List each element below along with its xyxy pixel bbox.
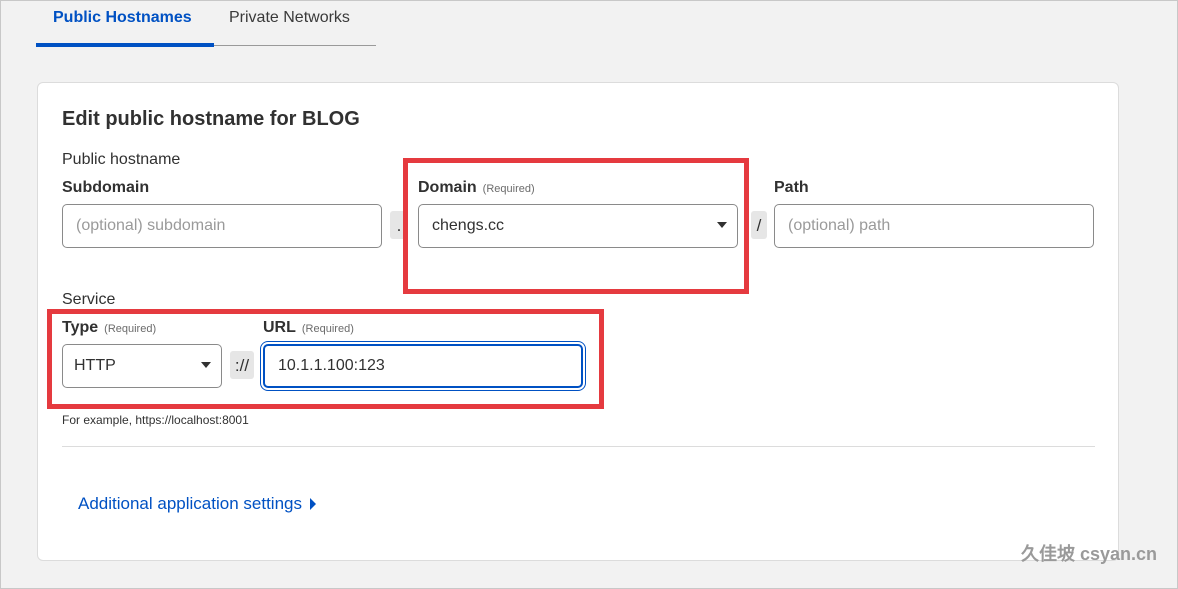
url-label-text: URL (263, 319, 296, 336)
service-section-label: Service (62, 291, 116, 308)
domain-label-text: Domain (418, 179, 477, 196)
type-required-hint: (Required) (104, 323, 157, 335)
chevron-down-icon (717, 222, 727, 228)
domain-required-hint: (Required) (482, 183, 535, 195)
subdomain-input[interactable]: (optional) subdomain (62, 204, 382, 248)
subdomain-label-text: Subdomain (62, 179, 150, 196)
public-hostname-section-label: Public hostname (62, 151, 181, 168)
tab-bar: Public Hostnames Private Networks (36, 1, 376, 47)
page-title: Edit public hostname for BLOG (62, 108, 360, 130)
domain-value: chengs.cc (432, 217, 505, 234)
active-tab-indicator (36, 43, 214, 47)
type-value: HTTP (74, 357, 116, 374)
path-label-text: Path (774, 179, 809, 196)
type-label: Type (Required) (62, 319, 156, 337)
domain-label: Domain (Required) (418, 179, 535, 197)
domain-separator: . (390, 211, 408, 239)
path-placeholder: (optional) path (788, 217, 891, 234)
url-value: 10.1.1.100:123 (278, 357, 385, 374)
additional-settings-label: Additional application settings (78, 494, 302, 513)
chevron-right-icon (309, 498, 316, 510)
type-select[interactable]: HTTP (62, 344, 222, 388)
domain-select[interactable]: chengs.cc (418, 204, 738, 248)
edit-hostname-card: Edit public hostname for BLOG Public hos… (37, 82, 1119, 561)
type-label-text: Type (62, 319, 99, 336)
url-input[interactable]: 10.1.1.100:123 (263, 344, 583, 388)
subdomain-placeholder: (optional) subdomain (76, 217, 226, 234)
additional-settings-link[interactable]: Additional application settings (78, 494, 316, 514)
url-label: URL (Required) (263, 319, 354, 337)
path-separator: / (751, 211, 767, 239)
chevron-down-icon (201, 362, 211, 368)
watermark: 久佳坡 csyan.cn (1020, 544, 1157, 564)
tab-private-networks[interactable]: Private Networks (229, 9, 350, 27)
subdomain-label: Subdomain (62, 179, 149, 197)
path-input[interactable]: (optional) path (774, 204, 1094, 248)
scheme-separator: :// (230, 351, 254, 379)
url-example-hint: For example, https://localhost:8001 (62, 413, 249, 427)
divider (62, 446, 1095, 447)
path-label: Path (774, 179, 809, 197)
tab-public-hostnames[interactable]: Public Hostnames (53, 9, 192, 27)
url-required-hint: (Required) (301, 323, 354, 335)
